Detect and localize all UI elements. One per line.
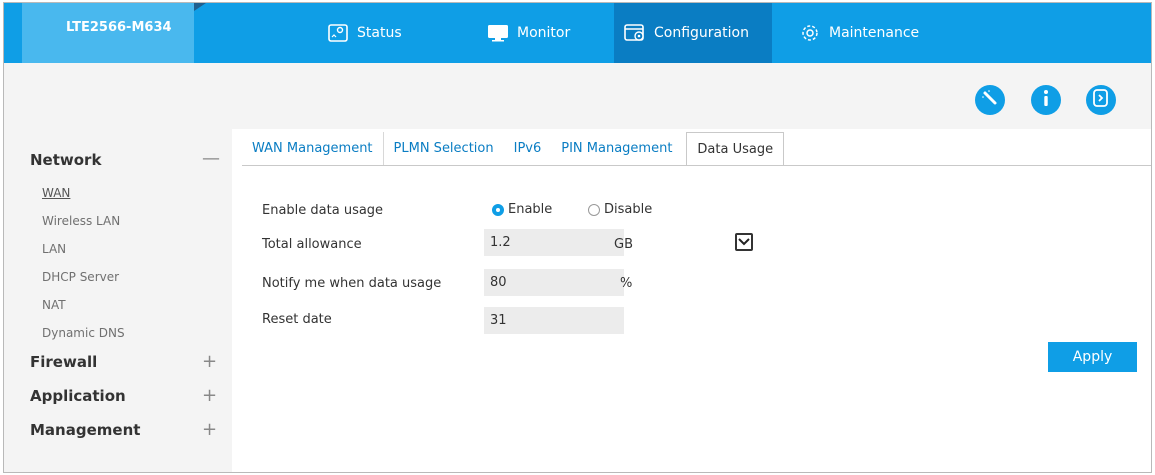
maintenance-icon: [799, 23, 821, 43]
configuration-icon: [624, 23, 646, 43]
nav-configuration[interactable]: Configuration: [614, 3, 772, 63]
sidebar-item-dynamic-dns[interactable]: Dynamic DNS: [42, 326, 125, 340]
tab-divider: [242, 165, 1151, 166]
notify-label: Notify me when data usage: [262, 276, 442, 291]
expand-icon[interactable]: +: [202, 387, 217, 405]
tab-pin-management[interactable]: PIN Management: [551, 132, 682, 166]
brand-notch: [194, 3, 206, 11]
tab-data-usage[interactable]: Data Usage: [686, 132, 785, 166]
nav-configuration-label: Configuration: [654, 25, 749, 41]
enable-radio[interactable]: Enable: [492, 202, 552, 217]
wizard-icon: [981, 89, 999, 111]
enable-radio-label: Enable: [508, 202, 553, 217]
nav-maintenance[interactable]: Maintenance: [789, 3, 929, 63]
disable-radio[interactable]: Disable: [588, 202, 652, 217]
enable-data-usage-label: Enable data usage: [262, 203, 384, 218]
radio-selected-icon: [492, 203, 504, 216]
total-allowance-label: Total allowance: [262, 237, 362, 252]
expand-icon[interactable]: +: [202, 353, 217, 371]
top-navigation-bar: LTE2566-M634 Status Monitor Configuratio…: [4, 3, 1151, 63]
sidebar-group-application[interactable]: Application: [30, 387, 126, 405]
app-window: LTE2566-M634 Status Monitor Configuratio…: [3, 2, 1152, 473]
tab-ipv6[interactable]: IPv6: [504, 132, 552, 166]
reset-date-input[interactable]: 31: [484, 307, 624, 334]
sidebar-group-label: Management: [30, 421, 141, 439]
tab-wan-management[interactable]: WAN Management: [242, 132, 384, 166]
disable-radio-label: Disable: [604, 202, 653, 217]
content-panel: WAN Management PLMN Selection IPv6 PIN M…: [232, 129, 1151, 472]
radio-unselected-icon: [588, 203, 600, 216]
notify-unit: %: [620, 276, 633, 291]
notify-threshold-input[interactable]: 80: [484, 269, 624, 296]
sidebar-group-management[interactable]: Management: [30, 421, 140, 439]
nav-monitor[interactable]: Monitor: [477, 3, 580, 63]
info-button[interactable]: [1031, 85, 1061, 115]
nav-maintenance-label: Maintenance: [829, 25, 920, 41]
monitor-icon: [487, 23, 509, 43]
total-allowance-input[interactable]: 1.2: [484, 229, 624, 256]
logout-button[interactable]: [1086, 85, 1116, 115]
apply-button[interactable]: Apply: [1048, 342, 1137, 372]
reset-date-label: Reset date: [262, 312, 332, 327]
tab-plmn-selection[interactable]: PLMN Selection: [384, 132, 504, 166]
sidebar-group-firewall[interactable]: Firewall: [30, 353, 97, 371]
sidebar-group-label: Network: [30, 151, 102, 169]
nav-status[interactable]: Status: [317, 3, 412, 63]
collapse-icon[interactable]: —: [202, 150, 220, 168]
model-name: LTE2566-M634: [22, 3, 194, 63]
sidebar-group-label: Firewall: [30, 353, 98, 371]
chevron-down-icon[interactable]: [735, 233, 753, 251]
info-icon: [1037, 88, 1055, 112]
allowance-unit-select[interactable]: GB: [614, 237, 633, 252]
sidebar-item-wan[interactable]: WAN: [42, 186, 70, 200]
logout-icon: [1092, 88, 1110, 112]
expand-icon[interactable]: +: [202, 421, 217, 439]
wizard-button[interactable]: [975, 85, 1005, 115]
sidebar-item-dhcp-server[interactable]: DHCP Server: [42, 270, 119, 284]
nav-monitor-label: Monitor: [517, 25, 571, 41]
sidebar-group-network[interactable]: Network: [30, 151, 101, 169]
sidebar-item-wireless-lan[interactable]: Wireless LAN: [42, 214, 120, 228]
nav-status-label: Status: [357, 25, 402, 41]
sidebar-item-lan[interactable]: LAN: [42, 242, 66, 256]
sidebar-group-label: Application: [30, 387, 126, 405]
sidebar-item-nat[interactable]: NAT: [42, 298, 66, 312]
tab-bar: WAN Management PLMN Selection IPv6 PIN M…: [242, 132, 785, 166]
status-icon: [327, 23, 349, 43]
